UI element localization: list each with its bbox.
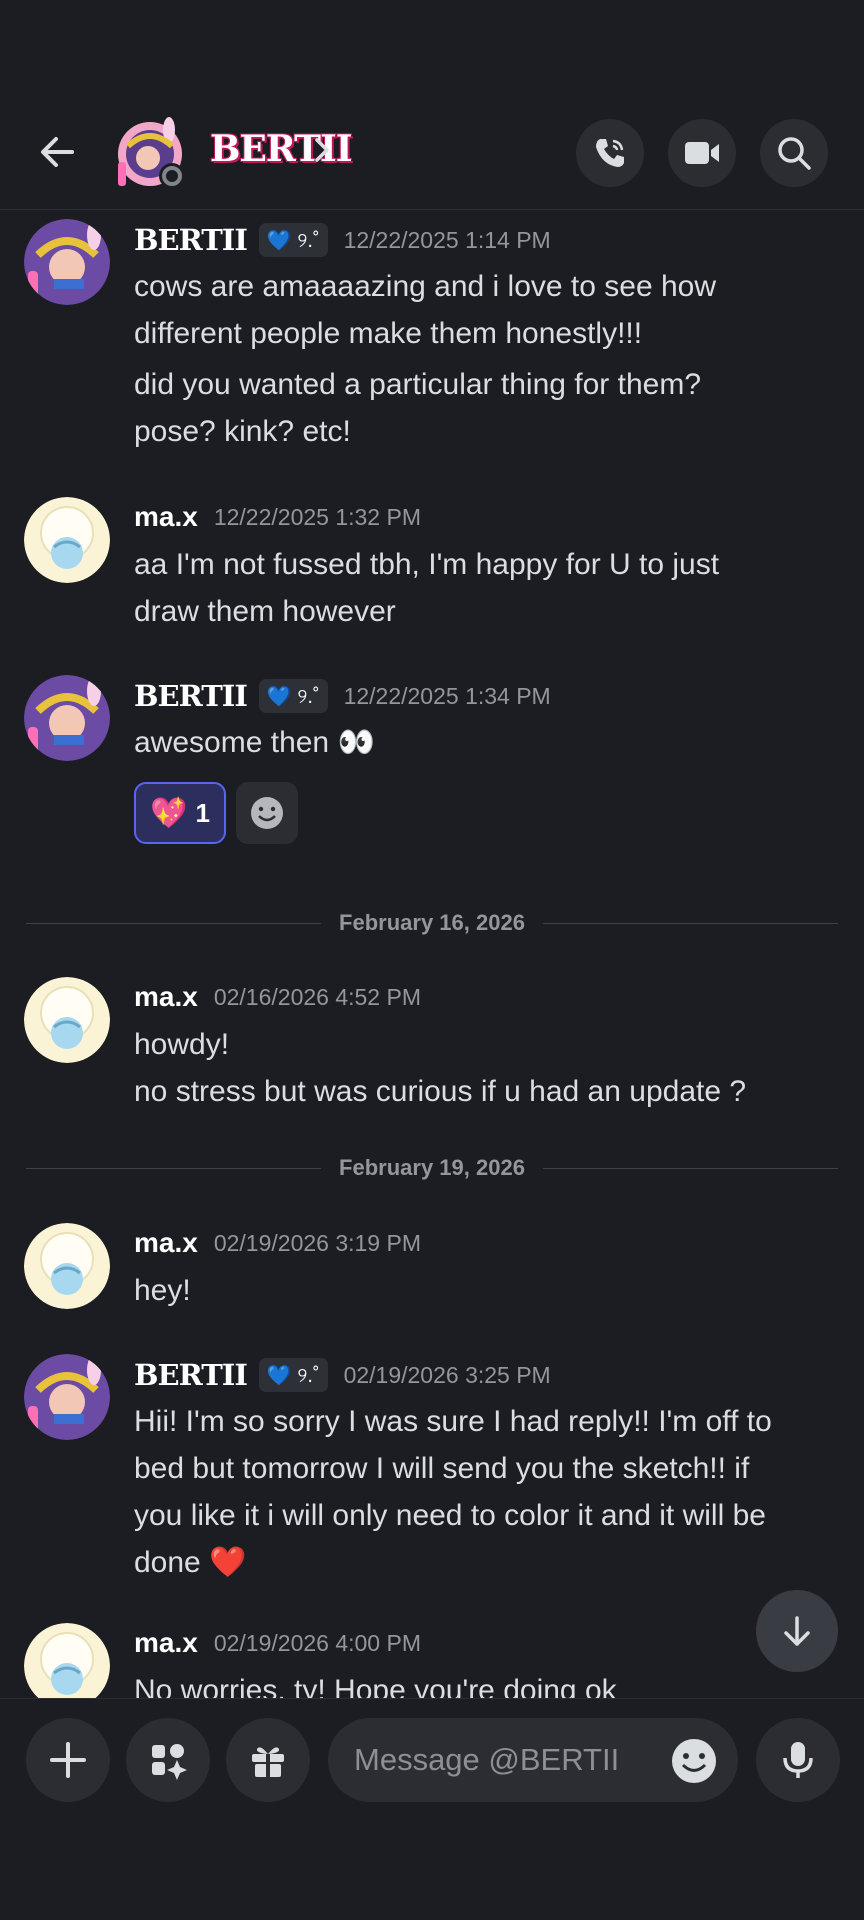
voice-message-button[interactable] xyxy=(756,1718,840,1802)
message-header: BERTII 💙 ୨.˚ 12/22/2025 1:14 PM xyxy=(134,223,551,257)
user-tag-badge[interactable]: 💙 ୨.˚ xyxy=(258,223,328,257)
reaction-count: 1 xyxy=(195,797,210,828)
avatar[interactable] xyxy=(24,977,110,1063)
message-header: ma.x 02/16/2026 4:52 PM xyxy=(134,981,421,1013)
timestamp: 02/16/2026 4:52 PM xyxy=(213,983,421,1010)
reaction-heart[interactable]: 💖 1 xyxy=(134,782,226,844)
sparkling-heart-icon: 💖 xyxy=(150,796,188,830)
jump-to-latest-button[interactable] xyxy=(756,1590,838,1672)
date-divider: February 16, 2026 xyxy=(26,908,838,938)
video-call-button[interactable] xyxy=(668,119,736,187)
arrow-down-icon xyxy=(784,1616,810,1646)
chat-header: BERTII xyxy=(0,0,864,210)
message-text: awesome then 👀 xyxy=(134,726,375,759)
message-text: no stress but was curious if u had an up… xyxy=(134,1075,747,1108)
video-camera-icon xyxy=(685,142,719,164)
message-text: draw them however xyxy=(134,595,396,628)
message-header: ma.x 02/19/2026 4:00 PM xyxy=(134,1627,421,1659)
message-header: ma.x 02/19/2026 3:19 PM xyxy=(134,1227,421,1259)
message-header: BERTII 💙 ୨.˚ 02/19/2026 3:25 PM xyxy=(134,1358,551,1392)
message-text: cows are amaaaazing and i love to see ho… xyxy=(134,270,717,303)
message-text: different people make them honestly!!! xyxy=(134,317,643,350)
message-text: done ❤️ xyxy=(134,1546,247,1579)
gift-button[interactable] xyxy=(226,1718,310,1802)
plus-icon xyxy=(50,1742,86,1778)
message-input-placeholder: Message @BERTII xyxy=(354,1742,620,1777)
message-composer: Message @BERTII xyxy=(0,1698,864,1920)
microphone-icon xyxy=(783,1742,813,1778)
timestamp: 12/22/2025 1:32 PM xyxy=(213,503,421,530)
phone-icon xyxy=(596,139,624,167)
header-avatar[interactable] xyxy=(114,116,190,192)
timestamp: 02/19/2026 4:00 PM xyxy=(213,1629,421,1656)
username[interactable]: ma.x xyxy=(134,501,198,533)
add-reaction-button[interactable] xyxy=(236,782,298,844)
message-text: No worries, ty! Hope you're doing ok xyxy=(134,1674,617,1698)
username[interactable]: ma.x xyxy=(134,981,198,1013)
date-divider-label: February 19, 2026 xyxy=(339,1155,525,1180)
date-divider: February 19, 2026 xyxy=(26,1153,838,1183)
back-arrow-icon xyxy=(41,137,74,167)
timestamp: 12/22/2025 1:34 PM xyxy=(343,682,551,709)
message-text: howdy! xyxy=(134,1028,230,1061)
avatar[interactable] xyxy=(24,1623,110,1698)
message-list[interactable]: BERTII 💙 ୨.˚ 12/22/2025 1:14 PM cows are… xyxy=(0,211,864,1698)
smiley-add-icon xyxy=(251,797,283,829)
apps-sparkle-icon xyxy=(152,1744,187,1780)
username[interactable]: ma.x xyxy=(134,1227,198,1259)
smiley-icon xyxy=(672,1739,716,1783)
message-text: pose? kink? etc! xyxy=(134,415,351,448)
message-header: ma.x 12/22/2025 1:32 PM xyxy=(134,501,421,533)
back-button[interactable] xyxy=(30,125,84,179)
timestamp: 02/19/2026 3:25 PM xyxy=(343,1361,551,1388)
search-icon xyxy=(778,137,811,170)
gift-icon xyxy=(252,1747,284,1777)
message-text: did you wanted a particular thing for th… xyxy=(134,368,701,401)
avatar[interactable] xyxy=(24,1223,110,1309)
user-tag-badge[interactable]: 💙 ୨.˚ xyxy=(258,679,328,713)
apps-button[interactable] xyxy=(126,1718,210,1802)
message-header: BERTII 💙 ୨.˚ 12/22/2025 1:34 PM xyxy=(134,679,551,713)
message-text: you like it i will only need to color it… xyxy=(134,1499,766,1532)
message-text: bed but tomorrow I will send you the ske… xyxy=(134,1452,750,1485)
avatar[interactable] xyxy=(24,1354,110,1440)
message-text: hey! xyxy=(134,1274,191,1307)
username[interactable]: ma.x xyxy=(134,1627,198,1659)
username[interactable]: BERTII xyxy=(134,1358,248,1392)
username[interactable]: BERTII xyxy=(134,679,248,713)
search-button[interactable] xyxy=(760,119,828,187)
user-tag-badge[interactable]: 💙 ୨.˚ xyxy=(258,1358,328,1392)
voice-call-button[interactable] xyxy=(576,119,644,187)
date-divider-label: February 16, 2026 xyxy=(339,910,525,935)
timestamp: 02/19/2026 3:19 PM xyxy=(213,1229,421,1256)
message-text: aa I'm not fussed tbh, I'm happy for U t… xyxy=(134,548,720,581)
message-input[interactable]: Message @BERTII xyxy=(328,1718,738,1802)
message-text: Hii! I'm so sorry I was sure I had reply… xyxy=(134,1405,772,1438)
avatar[interactable] xyxy=(24,675,110,761)
avatar[interactable] xyxy=(24,219,110,305)
avatar[interactable] xyxy=(24,497,110,583)
add-attachment-button[interactable] xyxy=(26,1718,110,1802)
emoji-button[interactable] xyxy=(670,1737,718,1790)
username[interactable]: BERTII xyxy=(134,223,248,257)
timestamp: 12/22/2025 1:14 PM xyxy=(343,226,551,253)
chevron-right-icon[interactable] xyxy=(312,136,332,169)
